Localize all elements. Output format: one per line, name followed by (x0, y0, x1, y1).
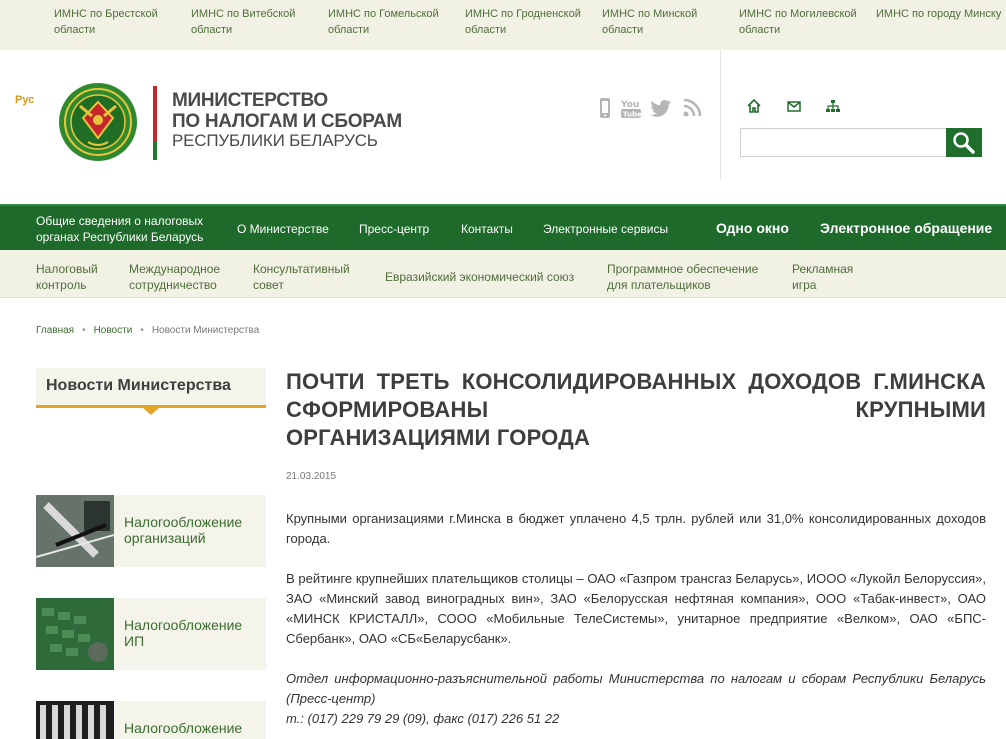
regional-inspections-bar: ИМНС по Брестской области ИМНС по Витебс… (0, 0, 1006, 50)
subnav-software[interactable]: Программное обеспечение для плательщиков (607, 261, 777, 293)
calculator-keys-image (36, 598, 114, 670)
nav-press-center[interactable]: Пресс-центр (359, 221, 429, 237)
region-link-brest[interactable]: ИМНС по Брестской области (54, 6, 184, 38)
subnav-tax-control[interactable]: Налоговый контроль (36, 261, 116, 293)
region-link-minsk-region[interactable]: ИМНС по Минской области (602, 6, 732, 38)
breadcrumb-home[interactable]: Главная (36, 325, 74, 336)
nav-contacts[interactable]: Контакты (461, 221, 513, 237)
twitter-icon[interactable] (650, 97, 672, 119)
article-paragraph-1: Крупными организациями г.Минска в бюджет… (286, 511, 986, 546)
nav-general-info[interactable]: Общие сведения о налоговых органах Респу… (36, 213, 221, 245)
breadcrumb-current: Новости Министерства (151, 325, 260, 336)
svg-text:Tube: Tube (623, 111, 642, 119)
subnav-ad-game[interactable]: Рекламная игра (792, 261, 872, 293)
search-input[interactable] (740, 128, 948, 157)
article-date: 21.03.2015 (286, 471, 337, 482)
rss-icon[interactable] (681, 97, 703, 119)
article-title: ПОЧТИ ТРЕТЬ КОНСОЛИДИРОВАННЫХ ДОХОДОВ Г.… (286, 369, 986, 450)
youtube-icon[interactable]: You Tube (620, 97, 642, 119)
sidebar-card-organizations[interactable]: Налогообложение организаций (36, 495, 266, 567)
sidebar-card-individual-entrepreneurs[interactable]: Налогообложение ИП (36, 598, 266, 670)
article-press-contact: Отдел информационно-разъяснительной рабо… (286, 671, 986, 726)
subnav-international[interactable]: Международное сотрудничество (129, 261, 239, 293)
sidebar-title-arrow (143, 408, 159, 415)
sidebar-title: Новости Министерства (36, 368, 266, 415)
ministry-title: МИНИСТЕРСТВО ПО НАЛОГАМ И СБОРАМ (172, 90, 402, 132)
ministry-emblem-logo[interactable] (58, 82, 138, 162)
main-nav: Общие сведения о налоговых органах Респу… (0, 204, 1006, 250)
nav-about-ministry[interactable]: О Министерстве (237, 221, 329, 237)
sitemap-icon[interactable] (825, 98, 841, 114)
calculator-pen-image (36, 495, 114, 567)
region-link-gomel[interactable]: ИМНС по Гомельской области (328, 6, 458, 38)
nav-e-appeal[interactable]: Электронное обращение (820, 220, 992, 236)
region-link-mogilev[interactable]: ИМНС по Могилевской области (739, 6, 869, 38)
mobile-icon[interactable] (594, 97, 616, 119)
sidebar-card-label: Налогообложение (124, 720, 243, 736)
breadcrumb-news[interactable]: Новости (94, 325, 133, 336)
search-button[interactable] (946, 128, 982, 157)
home-icon[interactable] (746, 98, 762, 114)
sub-nav: Налоговый контроль Международное сотрудн… (0, 250, 1006, 298)
svg-text:You: You (620, 100, 639, 110)
subnav-advisory-council[interactable]: Консультативный совет (253, 261, 363, 293)
region-link-minsk-city[interactable]: ИМНС по городу Минску (876, 6, 1006, 22)
nav-e-services[interactable]: Электронные сервисы (543, 221, 668, 237)
sidebar-card-taxation[interactable]: Налогообложение (36, 701, 266, 739)
logo-divider-bar (153, 86, 157, 160)
ministry-subtitle: РЕСПУБЛИКИ БЕЛАРУСЬ (172, 131, 378, 150)
sidebar-card-label: Налогообложение ИП (124, 617, 243, 649)
subnav-eaeu[interactable]: Евразийский экономический союз (385, 269, 574, 285)
nav-one-window[interactable]: Одно окно (716, 220, 789, 236)
region-link-grodno[interactable]: ИМНС по Гродненской области (465, 6, 595, 38)
breadcrumb: Главная • Новости • Новости Министерства (36, 325, 260, 336)
header-divider (720, 50, 721, 180)
sidebar-card-label: Налогообложение организаций (124, 514, 243, 546)
article-paragraph-2: В рейтинге крупнейших плательщиков столи… (286, 571, 986, 646)
mail-icon[interactable] (786, 98, 802, 114)
language-switch[interactable]: Рус (15, 94, 34, 106)
binders-image (36, 701, 114, 739)
search-icon (953, 132, 975, 154)
region-link-vitebsk[interactable]: ИМНС по Витебской области (191, 6, 321, 38)
